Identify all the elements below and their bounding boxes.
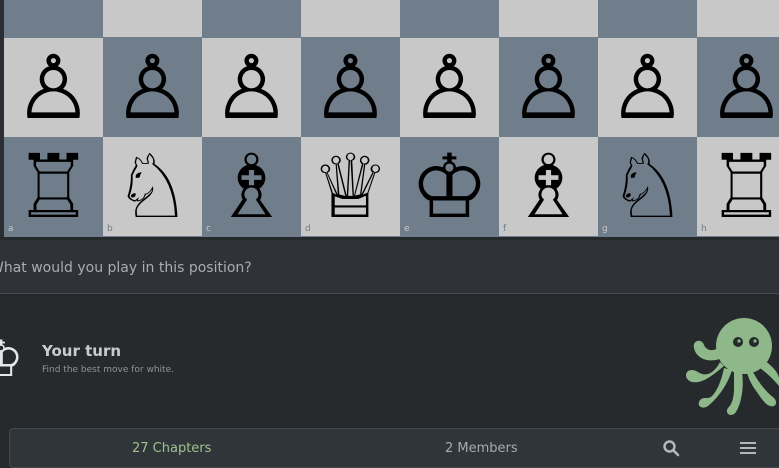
square-f2[interactable]: ♙ xyxy=(499,38,598,137)
square-f3[interactable] xyxy=(499,0,598,37)
square-c2[interactable]: ♙ xyxy=(202,38,301,137)
white-pawn-icon[interactable]: ♙ xyxy=(697,38,779,137)
file-label-d: d xyxy=(305,224,311,234)
white-knight-icon[interactable]: ♘ xyxy=(103,137,202,236)
white-pawn-icon[interactable]: ♙ xyxy=(400,38,499,137)
square-a2[interactable]: ♙ xyxy=(4,38,103,137)
search-icon[interactable] xyxy=(662,439,680,457)
white-pawn-icon[interactable]: ♙ xyxy=(202,38,301,137)
file-label-a: a xyxy=(8,224,14,234)
square-d2[interactable]: ♙ xyxy=(301,38,400,137)
your-turn-title: Your turn xyxy=(42,342,122,360)
square-g3[interactable] xyxy=(598,0,697,37)
white-rook-icon[interactable]: ♖ xyxy=(4,137,103,236)
file-label-e: e xyxy=(404,224,410,234)
white-bishop-icon[interactable]: ♗ xyxy=(499,137,598,236)
square-c1[interactable]: ♗ c xyxy=(202,137,301,236)
file-label-g: g xyxy=(602,224,608,234)
square-e2[interactable]: ♙ xyxy=(400,38,499,137)
white-queen-icon[interactable]: ♕ xyxy=(301,137,400,236)
white-pawn-icon[interactable]: ♙ xyxy=(598,38,697,137)
chess-board[interactable]: ♙ ♙ ♙ ♙ ♙ ♙ ♙ ♙ ♖ a ♘ b ♗ c ♕ d ♔ e ♗ f xyxy=(0,0,779,237)
white-knight-icon[interactable]: ♘ xyxy=(598,137,697,236)
square-h1[interactable]: ♖ h xyxy=(697,137,779,236)
file-label-f: f xyxy=(503,224,507,234)
study-tab-bar: 27 Chapters 2 Members xyxy=(9,428,779,468)
white-bishop-icon[interactable]: ♗ xyxy=(202,137,301,236)
tab-members[interactable]: 2 Members xyxy=(445,441,518,456)
file-label-b: b xyxy=(107,224,113,234)
square-h3[interactable] xyxy=(697,0,779,37)
square-g1[interactable]: ♘ g xyxy=(598,137,697,236)
white-pawn-icon[interactable]: ♙ xyxy=(301,38,400,137)
square-a3[interactable] xyxy=(4,0,103,37)
square-b2[interactable]: ♙ xyxy=(103,38,202,137)
square-g2[interactable]: ♙ xyxy=(598,38,697,137)
file-label-h: h xyxy=(701,224,707,234)
octopus-icon xyxy=(686,318,779,415)
square-e3[interactable] xyxy=(400,0,499,37)
white-pawn-icon[interactable]: ♙ xyxy=(103,38,202,137)
square-a1[interactable]: ♖ a xyxy=(4,137,103,236)
tab-chapters[interactable]: 27 Chapters xyxy=(132,441,211,456)
square-h2[interactable]: ♙ xyxy=(697,38,779,137)
square-f1[interactable]: ♗ f xyxy=(499,137,598,236)
square-d3[interactable] xyxy=(301,0,400,37)
white-rook-icon[interactable]: ♖ xyxy=(697,137,779,236)
white-pawn-icon[interactable]: ♙ xyxy=(4,38,103,137)
square-d1[interactable]: ♕ d xyxy=(301,137,400,236)
square-c3[interactable] xyxy=(202,0,301,37)
square-e1[interactable]: ♔ e xyxy=(400,137,499,236)
white-king-icon[interactable]: ♔ xyxy=(400,137,499,236)
square-b1[interactable]: ♘ b xyxy=(103,137,202,236)
chapter-question-bar: What would you play in this position? xyxy=(0,240,779,294)
hamburger-menu-icon[interactable] xyxy=(739,439,757,457)
file-label-c: c xyxy=(206,224,211,234)
white-king-icon: ♔ xyxy=(0,330,24,388)
white-pawn-icon[interactable]: ♙ xyxy=(499,38,598,137)
chapter-question-text: What would you play in this position? xyxy=(0,260,252,276)
your-turn-subtitle: Find the best move for white. xyxy=(42,365,174,375)
square-b3[interactable] xyxy=(103,0,202,37)
